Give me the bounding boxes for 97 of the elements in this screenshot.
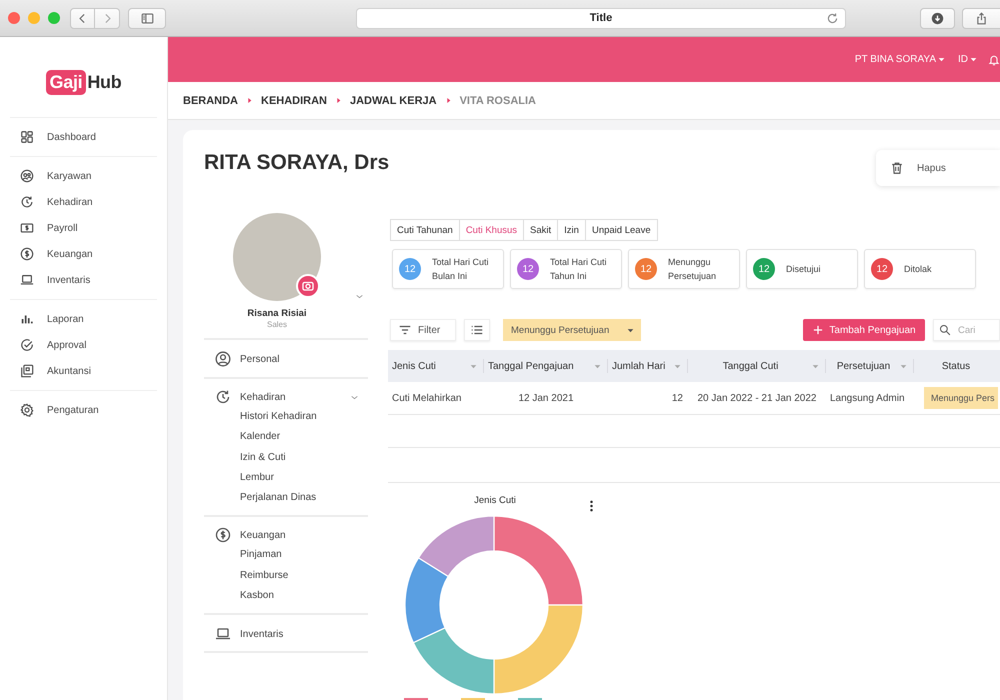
submenu-item[interactable]: Reimburse (240, 566, 368, 586)
language-selector[interactable]: ID (958, 54, 978, 65)
column-header[interactable]: Tanggal Pengajuan (484, 350, 608, 382)
caret-right-icon (446, 97, 451, 104)
sidebar-item[interactable]: Keuangan (10, 241, 157, 267)
table-cell: Cuti Melahirkan (392, 392, 462, 404)
sidebar-item[interactable]: Kehadiran (10, 189, 157, 215)
share-icon (975, 12, 988, 24)
submenu-item[interactable]: Izin & Cuti (240, 448, 368, 468)
sidebar-icon (140, 12, 154, 24)
count-badge: 12 (753, 258, 775, 280)
check-circle-icon (20, 338, 34, 352)
stat-label: Total Hari Cuti Bulan Ini (432, 256, 490, 283)
stat-label: Disetujui (786, 263, 821, 276)
column-header[interactable]: Jumlah Hari (608, 350, 688, 382)
menu-item[interactable]: Kehadiran (204, 389, 368, 405)
plus-icon (812, 324, 824, 336)
table-cell: 12 Jan 2021 (518, 392, 574, 404)
caret-right-icon (336, 97, 341, 104)
count-badge: 12 (517, 258, 539, 280)
list-view-button[interactable] (464, 319, 490, 341)
download-icon (931, 12, 944, 24)
breadcrumb-link[interactable]: BERANDA (183, 94, 238, 106)
column-header[interactable]: Status (914, 350, 1000, 382)
download-button[interactable] (920, 8, 955, 28)
app-logo: Gaji Hub (46, 70, 122, 94)
sidebar-item[interactable]: Inventaris (10, 267, 157, 293)
grid-icon (20, 130, 34, 144)
filter-icon (398, 323, 412, 337)
camera-icon[interactable] (296, 274, 320, 298)
list-icon (470, 323, 484, 337)
sidebar-toggle-button[interactable] (128, 8, 166, 28)
submenu-item[interactable]: Perjalanan Dinas (240, 488, 368, 508)
column-header[interactable]: Persetujuan (826, 350, 914, 382)
menu-item[interactable]: Keuangan (204, 527, 368, 544)
stat-label: Menunggu Persetujuan (668, 256, 718, 283)
column-header[interactable]: Tanggal Cuti (688, 350, 826, 382)
column-header[interactable]: Jenis Cuti (388, 350, 484, 382)
laptop-icon (20, 273, 34, 287)
clock-arrow-icon (20, 195, 34, 209)
breadcrumb-current: VITA ROSALIA (460, 94, 536, 106)
sidebar-item[interactable]: Approval (10, 332, 157, 358)
breadcrumb-link[interactable]: KEHADIRAN (261, 94, 327, 106)
profile-role: Sales (266, 320, 287, 329)
profile-name: Risana Risiai (247, 308, 307, 319)
submenu-item[interactable]: Lembur (240, 468, 368, 488)
employee-name: RITA SORAYA, Drs (204, 150, 390, 176)
document-icon (20, 364, 34, 378)
count-badge: 12 (635, 258, 657, 280)
chart-title: Jenis Cuti (473, 495, 517, 506)
delete-button[interactable]: Hapus (876, 150, 1000, 186)
count-badge: 12 (871, 258, 893, 280)
caret-right-icon (247, 97, 252, 104)
stat-label: Total Hari Cuti Tahun Ini (550, 256, 608, 283)
caret-down-icon (937, 55, 946, 64)
settings-icon (20, 403, 34, 417)
back-button[interactable] (70, 8, 95, 28)
submenu-item[interactable]: Kalender (240, 427, 368, 448)
menu-item[interactable]: Personal (204, 351, 368, 367)
table-cell: 20 Jan 2022 - 21 Jan 2022 (698, 392, 816, 404)
count-badge: 12 (399, 258, 421, 280)
share-button[interactable] (962, 8, 1000, 28)
stat-label: Ditolak (904, 263, 932, 276)
zoom-window-icon[interactable] (48, 12, 60, 24)
forward-button[interactable] (95, 8, 120, 28)
table-cell: Langsung Admin (830, 392, 905, 404)
more-options-icon[interactable] (589, 500, 594, 512)
search-icon (939, 324, 951, 336)
add-button[interactable]: Tambah Pengajuan (803, 319, 925, 341)
sidebar-item[interactable]: Laporan (10, 306, 157, 332)
sidebar-item[interactable]: Pengaturan (10, 397, 157, 423)
company-selector[interactable]: PT BINA SORAYA (854, 54, 946, 65)
clock-arrow-icon (215, 389, 231, 405)
dollar-circle-icon (215, 527, 231, 544)
status-badge: Menunggu Pers (924, 387, 998, 409)
search-field[interactable]: Cari (933, 319, 1000, 341)
sidebar-item[interactable]: Karyawan (10, 163, 157, 189)
submenu-item[interactable]: Pinjaman (240, 545, 368, 566)
menu-item[interactable]: Inventaris (204, 626, 368, 642)
sidebar-item[interactable]: Payroll (10, 215, 157, 241)
submenu-item[interactable]: Histori Kehadiran (240, 407, 368, 428)
close-window-icon[interactable] (8, 12, 20, 24)
filter-button[interactable]: Filter (390, 319, 456, 341)
caret-down-icon (969, 55, 978, 64)
submenu-item[interactable]: Kasbon (240, 586, 368, 606)
reload-icon[interactable] (826, 12, 839, 24)
breadcrumb-link[interactable]: JADWAL KERJA (350, 94, 437, 106)
sidebar-item[interactable]: Akuntansi (10, 358, 157, 384)
user-circle-icon (215, 351, 231, 367)
address-bar[interactable]: Title (356, 8, 846, 28)
table-cell: 12 (672, 392, 683, 404)
people-icon (20, 169, 34, 183)
status-dropdown[interactable]: Menunggu Persetujuan (503, 319, 641, 341)
sidebar-item[interactable]: Dashboard (10, 124, 157, 150)
trash-icon (890, 161, 904, 175)
dollar-circle-icon (20, 247, 34, 261)
banknote-icon (20, 221, 34, 235)
